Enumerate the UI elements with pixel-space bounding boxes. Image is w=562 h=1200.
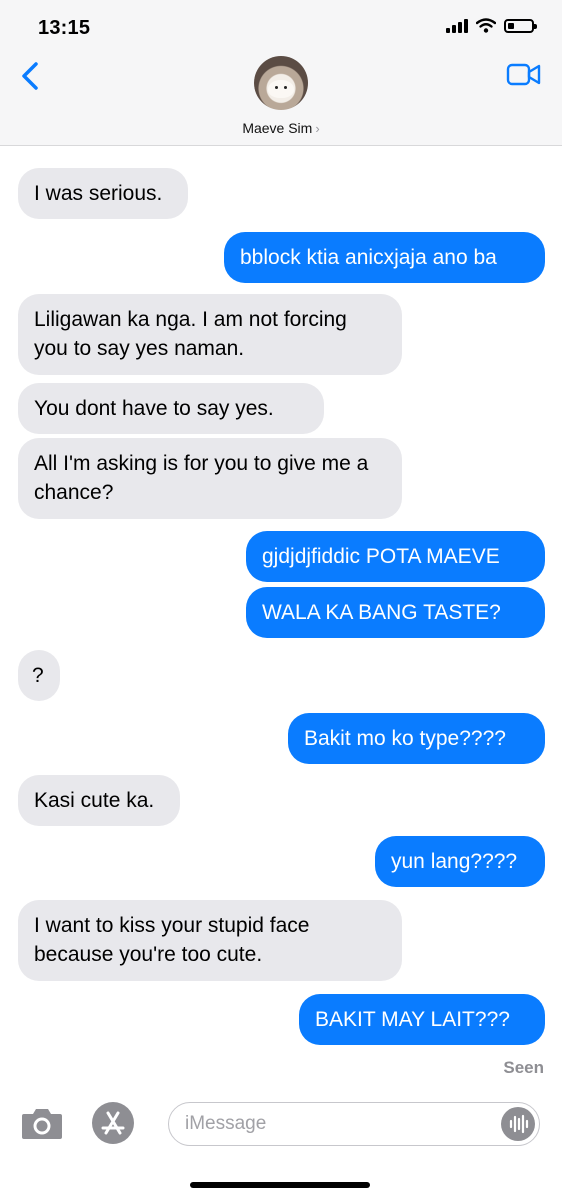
message-text: Kasi cute ka.	[34, 789, 155, 812]
message-bubble-incoming[interactable]: I was serious.	[18, 168, 188, 219]
waveform-glyph-icon	[509, 1114, 529, 1134]
home-indicator	[190, 1182, 370, 1188]
chevron-right-icon: ›	[315, 121, 320, 136]
message-bubble-outgoing[interactable]: yun lang????	[375, 836, 545, 887]
app-store-glyph-icon	[101, 1111, 125, 1135]
message-bubble-outgoing[interactable]: WALA KA BANG TASTE?	[246, 587, 545, 638]
chevron-left-icon[interactable]	[14, 56, 50, 96]
message-bubble-incoming[interactable]: Kasi cute ka.	[18, 775, 180, 826]
contact-name: Maeve Sim	[242, 120, 313, 136]
avatar[interactable]	[254, 56, 308, 110]
battery-icon	[504, 18, 537, 33]
cellular-signal-icon	[446, 18, 468, 33]
message-text: All I'm asking is for you to give me a c…	[34, 452, 369, 504]
message-bubble-incoming[interactable]: ?	[18, 650, 60, 701]
app-store-icon[interactable]	[92, 1102, 134, 1144]
message-bubble-outgoing[interactable]: Bakit mo ko type????	[288, 713, 545, 764]
read-receipt: Seen	[503, 1058, 544, 1077]
status-bar: 13:15	[0, 0, 562, 54]
message-text: WALA KA BANG TASTE?	[262, 601, 501, 624]
message-text: bblock ktia anicxjaja ano ba	[240, 246, 497, 269]
message-text: Bakit mo ko type????	[304, 727, 506, 750]
message-bubble-outgoing[interactable]: BAKIT MAY LAIT???	[299, 994, 545, 1045]
camera-icon[interactable]	[20, 1104, 64, 1142]
message-text: Liligawan ka nga. I am not forcing you t…	[34, 308, 347, 360]
message-bubble-outgoing[interactable]: gjdjdjfiddic POTA MAEVE	[246, 531, 545, 582]
message-bubble-incoming[interactable]: I want to kiss your stupid face because …	[18, 900, 402, 981]
message-input-placeholder: iMessage	[185, 1113, 267, 1134]
message-text: BAKIT MAY LAIT???	[315, 1008, 510, 1031]
message-text: I was serious.	[34, 182, 163, 205]
wifi-icon	[476, 18, 496, 33]
message-bubble-incoming[interactable]: You dont have to say yes.	[18, 383, 324, 434]
message-input[interactable]: iMessage	[168, 1102, 540, 1146]
message-bubble-outgoing[interactable]: bblock ktia anicxjaja ano ba	[224, 232, 545, 283]
message-text: yun lang????	[391, 850, 518, 873]
message-text: ?	[32, 664, 44, 687]
message-text: gjdjdjfiddic POTA MAEVE	[262, 545, 500, 568]
message-text: You dont have to say yes.	[34, 397, 274, 420]
message-bubble-incoming[interactable]: All I'm asking is for you to give me a c…	[18, 438, 402, 519]
contact-name-button[interactable]: Maeve Sim ›	[0, 120, 562, 136]
message-bubble-incoming[interactable]: Liligawan ka nga. I am not forcing you t…	[18, 294, 402, 375]
video-camera-icon[interactable]	[506, 60, 542, 90]
status-time: 13:15	[38, 17, 91, 39]
message-text: I want to kiss your stupid face because …	[34, 914, 310, 966]
audio-waveform-icon[interactable]	[501, 1107, 535, 1141]
